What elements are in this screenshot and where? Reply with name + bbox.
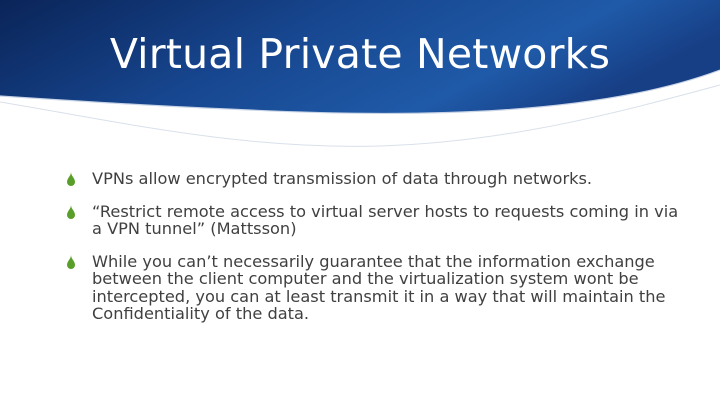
droplet-icon	[67, 204, 75, 219]
bullet-item: VPNs allow encrypted transmission of dat…	[66, 170, 686, 188]
bullet-item: While you can’t necessarily guarantee th…	[66, 251, 686, 323]
bullet-text: VPNs allow encrypted transmission of dat…	[92, 169, 593, 188]
bullet-list: VPNs allow encrypted transmission of dat…	[66, 170, 686, 338]
bullet-text: While you can’t necessarily guarantee th…	[92, 251, 666, 323]
bullet-item: “Restrict remote access to virtual serve…	[66, 201, 686, 238]
bullet-text: “Restrict remote access to virtual serve…	[92, 201, 679, 238]
droplet-icon	[67, 254, 75, 269]
slide: Virtual Private Networks VPNs allow encr…	[0, 0, 720, 405]
header-banner	[0, 0, 720, 147]
slide-title: Virtual Private Networks	[109, 30, 611, 78]
droplet-icon	[67, 172, 75, 186]
